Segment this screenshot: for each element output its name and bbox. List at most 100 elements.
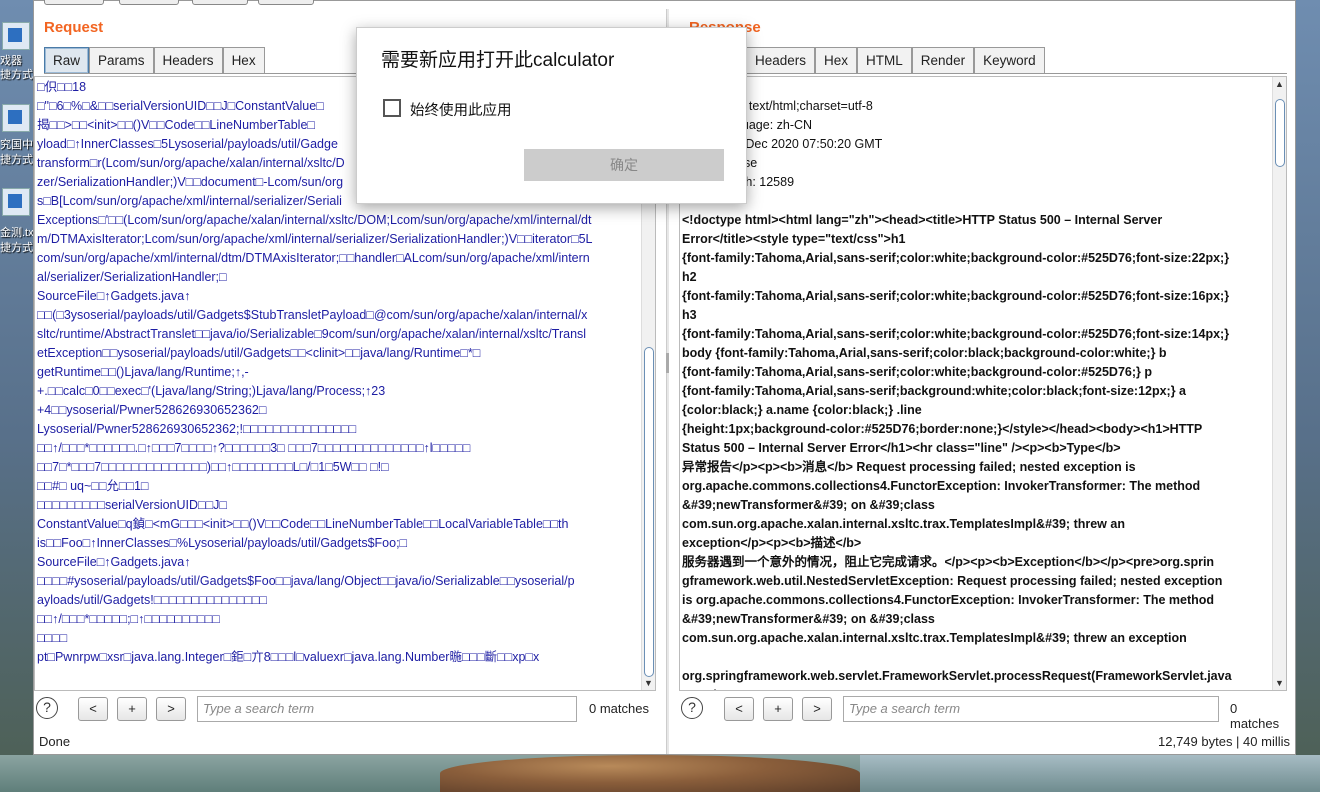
editor-line: □□#□ uq~□□允□□1□ bbox=[37, 479, 149, 493]
editor-line: □□□□#ysoserial/payloads/util/Gadgets$Foo… bbox=[37, 574, 575, 588]
toolbar-button[interactable] bbox=[119, 0, 179, 5]
response-body-line: org.springframework.web.servlet.Framewor… bbox=[682, 669, 1232, 683]
editor-line: Exceptions□'□□(Lcom/sun/org/apache/xalan… bbox=[37, 213, 592, 227]
response-search-bar: ? < + > Type a search term 0 matches bbox=[679, 695, 1289, 731]
response-body-line: &#39;newTransformer&#39; on &#39;class bbox=[682, 612, 935, 626]
response-header-line: 23 Dec 2020 07:50:20 GMT bbox=[728, 137, 883, 151]
tab-hex[interactable]: Hex bbox=[815, 47, 858, 73]
response-body-line: {color:black;} a.name {color:black;} .li… bbox=[682, 403, 922, 417]
editor-line: □□7□*□□□7□□□□□□□□□□□□□□)□□↑□□□□□□□□L□/□1… bbox=[37, 460, 389, 474]
desktop-icons: 戏器 捷方式 究国中 捷方式 金测.tx 捷方式 bbox=[0, 0, 34, 792]
search-prev-button[interactable]: < bbox=[724, 697, 754, 721]
editor-line: SourceFile□↑Gadgets.java↑ bbox=[37, 289, 191, 303]
desktop-label: 捷方式 bbox=[0, 154, 33, 166]
desktop-label: 捷方式 bbox=[0, 242, 33, 254]
response-body-line: {font-family:Tahoma,Arial,sans-serif;col… bbox=[682, 365, 1152, 379]
tab-html[interactable]: HTML bbox=[857, 47, 912, 73]
response-body-line: gframework.web.util.NestedServletExcepti… bbox=[682, 574, 1223, 588]
response-scrollbar[interactable]: ▲ ▼ bbox=[1272, 77, 1286, 690]
response-body-line: {font-family:Tahoma,Arial,sans-serif;col… bbox=[682, 251, 1230, 265]
response-body-line: Status 500 – Internal Server Error</h1><… bbox=[682, 441, 1121, 455]
editor-line: etException□□ysoserial/payloads/util/Gad… bbox=[37, 346, 481, 360]
response-text: 00 pe: text/html;charset=utf-8 nguage: zh-… bbox=[682, 78, 1270, 690]
editor-line: is□□Foo□↑InnerClasses□%Lysoserial/payloa… bbox=[37, 536, 408, 550]
scroll-down-icon[interactable]: ▼ bbox=[644, 678, 653, 688]
editor-line: +4□□ysoserial/Pwner528626930652362□ bbox=[37, 403, 267, 417]
search-input[interactable]: Type a search term bbox=[843, 696, 1219, 722]
editor-line: □□↑/□□□*□□□□□□.□↑□□□7□□□□↑?□□□□□□3□ □□□7… bbox=[37, 441, 471, 455]
editor-line: □□(□3ysoserial/payloads/util/Gadgets$Stu… bbox=[37, 308, 588, 322]
desktop-label: 捷方式 bbox=[0, 69, 33, 81]
desktop-label: 金测.tx bbox=[0, 227, 34, 239]
divider-grip[interactable] bbox=[666, 353, 669, 373]
editor-line: al/serializer/SerializationHandler;□ bbox=[37, 270, 227, 284]
request-tabs: Raw Params Headers Hex bbox=[44, 47, 265, 73]
request-panel-title: Request bbox=[44, 19, 104, 36]
search-next-button[interactable]: > bbox=[156, 697, 186, 721]
desktop-shortcut-icon[interactable] bbox=[2, 188, 30, 216]
editor-line: ayloads/util/Gadgets!□□□□□□□□□□□□□□□ bbox=[37, 593, 267, 607]
editor-line: m/DTMAxisIterator;Lcom/sun/org/apache/xm… bbox=[37, 232, 593, 246]
dialog-title: 需要新应用打开此calculator bbox=[381, 50, 615, 71]
response-body-line: {font-family:Tahoma,Arial,sans-serif;bac… bbox=[682, 384, 1187, 398]
response-body-line: {height:1px;background-color:#525D76;bor… bbox=[682, 422, 1203, 436]
response-body-line: h2 bbox=[682, 270, 697, 284]
editor-line: □□□□□□□□□serialVersionUID□□J□ bbox=[37, 498, 227, 512]
editor-line: com/sun/org/apache/xml/internal/dtm/DTMA… bbox=[37, 251, 590, 265]
search-prev-button[interactable]: < bbox=[78, 697, 108, 721]
editor-line: □□↑/□□□*□□□□□;□↑□□□□□□□□□□ bbox=[37, 612, 220, 626]
response-body-line: :1006) bbox=[682, 686, 1270, 690]
tab-headers[interactable]: Headers bbox=[746, 47, 816, 73]
tab-keyword[interactable]: Keyword bbox=[974, 47, 1045, 73]
editor-line: □□□□ bbox=[37, 631, 68, 645]
tab-render[interactable]: Render bbox=[911, 47, 975, 73]
response-body-line: body {font-family:Tahoma,Arial,sans-seri… bbox=[682, 346, 1167, 360]
open-with-dialog: 需要新应用打开此calculator 始终使用此应用 确定 bbox=[356, 27, 747, 204]
tab-hex[interactable]: Hex bbox=[222, 47, 265, 73]
toolbar-button[interactable] bbox=[44, 0, 104, 5]
desktop-shortcut-icon[interactable] bbox=[2, 22, 30, 50]
status-text: Done bbox=[39, 734, 71, 749]
scroll-thumb[interactable] bbox=[1275, 99, 1285, 167]
ok-button[interactable]: 确定 bbox=[524, 149, 724, 181]
response-body-line: com.sun.org.apache.xalan.internal.xsltc.… bbox=[682, 631, 1187, 645]
request-search-bar: ? < + > Type a search term 0 matches bbox=[34, 695, 656, 723]
toolbar-button[interactable] bbox=[258, 0, 314, 5]
editor-line: pt□Pwnrpw□xsr□java.lang.Integer□鉅□亣8□□□l… bbox=[37, 650, 540, 664]
response-body-line: 服务器遇到一个意外的情况，阻止它完成请求。</p><p><b>Exception… bbox=[682, 555, 1215, 569]
response-header-line: pe: text/html;charset=utf-8 bbox=[728, 99, 873, 113]
response-body-line bbox=[682, 648, 1270, 667]
scroll-down-icon[interactable]: ▼ bbox=[1275, 678, 1284, 688]
search-next-button[interactable]: > bbox=[802, 697, 832, 721]
search-input[interactable]: Type a search term bbox=[197, 696, 577, 722]
always-use-label[interactable]: 始终使用此应用 bbox=[410, 99, 512, 120]
editor-line: Lysoserial/Pwner528626930652362;!□□□□□□□… bbox=[37, 422, 357, 436]
response-header-line: nguage: zh-CN bbox=[728, 118, 813, 132]
response-header-line bbox=[682, 192, 1270, 211]
response-body-line: <!doctype html><html lang="zh"><head><ti… bbox=[682, 213, 1163, 227]
desktop-label: 究国中 bbox=[0, 139, 33, 151]
response-header-line: ngth: 12589 bbox=[728, 175, 795, 189]
response-body-line: Error</title><style type="text/css">h1 bbox=[682, 232, 906, 246]
tab-headers[interactable]: Headers bbox=[153, 47, 223, 73]
response-body-line: is org.apache.commons.collections4.Funct… bbox=[682, 593, 1215, 607]
toolbar-button[interactable] bbox=[192, 0, 248, 5]
help-icon[interactable]: ? bbox=[681, 697, 703, 719]
response-body-line: &#39;newTransformer&#39; on &#39;class bbox=[682, 498, 935, 512]
response-header-line: close bbox=[682, 154, 1270, 173]
response-header-line: 00 bbox=[682, 78, 1270, 97]
tab-raw[interactable]: Raw bbox=[44, 47, 90, 73]
help-icon[interactable]: ? bbox=[36, 697, 58, 719]
editor-line: getRuntime□□()Ljava/lang/Runtime;↑,- bbox=[37, 365, 249, 379]
response-size-timing: 12,749 bytes | 40 millis bbox=[1158, 734, 1290, 749]
response-tabs: Headers Hex HTML Render Keyword bbox=[746, 47, 1045, 73]
response-editor[interactable]: 00 pe: text/html;charset=utf-8 nguage: zh-… bbox=[679, 76, 1287, 691]
scroll-up-icon[interactable]: ▲ bbox=[1275, 79, 1284, 89]
search-add-button[interactable]: + bbox=[763, 697, 793, 721]
tab-params[interactable]: Params bbox=[89, 47, 154, 73]
scroll-thumb[interactable] bbox=[644, 347, 654, 677]
desktop-shortcut-icon[interactable] bbox=[2, 104, 30, 132]
response-body-line: {font-family:Tahoma,Arial,sans-serif;col… bbox=[682, 289, 1230, 303]
search-add-button[interactable]: + bbox=[117, 697, 147, 721]
always-use-checkbox[interactable] bbox=[383, 99, 401, 117]
